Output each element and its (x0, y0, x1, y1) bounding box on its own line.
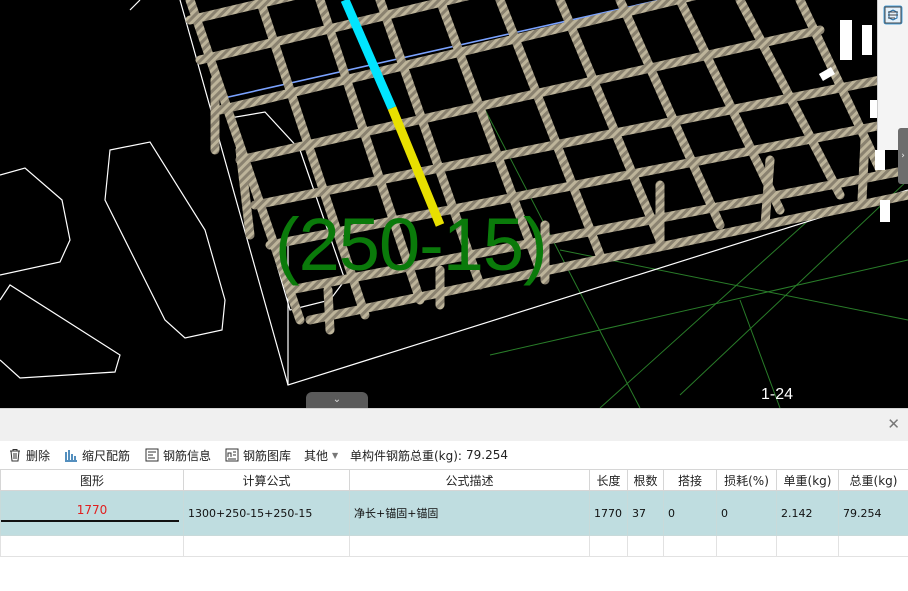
3d-viewport[interactable]: (250-15) 1-24 › ⌄ (0, 0, 908, 408)
rebar-grid: 图形 计算公式 公式描述 长度 根数 搭接 损耗(%) 单重(kg) 总重(kg… (0, 469, 908, 557)
table-row[interactable]: 1770 1300+250-15+250-15 净长+锚固+锚固 1770 37… (0, 490, 908, 536)
rebar-shape-line (1, 520, 179, 522)
column-header[interactable]: 损耗(%) (716, 469, 777, 491)
empty-cell[interactable] (627, 535, 664, 557)
table-row[interactable] (0, 535, 908, 557)
dimension-label: (250-15) (275, 203, 548, 286)
other-label: 其他 (304, 448, 329, 463)
empty-cell[interactable] (183, 535, 350, 557)
lap-cell[interactable]: 0 (663, 490, 717, 536)
total-weight: 单构件钢筋总重(kg): 79.254 (350, 447, 508, 463)
shape-cell[interactable]: 1770 (0, 490, 184, 536)
column-header[interactable]: 单重(kg) (776, 469, 839, 491)
info-table-icon (145, 448, 159, 462)
panel-header: ✕ (0, 408, 908, 441)
library-icon (225, 448, 239, 462)
shape-length: 1770 (76, 503, 108, 517)
loss-cell[interactable]: 0 (716, 490, 777, 536)
column-header[interactable]: 计算公式 (183, 469, 350, 491)
other-dropdown[interactable]: 其他 ▼ (304, 447, 338, 463)
total-weight-cell[interactable]: 79.254 (838, 490, 908, 536)
empty-cell[interactable] (716, 535, 777, 557)
column-header[interactable]: 公式描述 (349, 469, 590, 491)
scale-rebar-label: 缩尺配筋 (82, 448, 131, 463)
side-panel-toggle[interactable]: › (898, 128, 908, 184)
column-header[interactable]: 总重(kg) (838, 469, 908, 491)
column-header[interactable]: 图形 (0, 469, 184, 491)
rebar-library-label: 钢筋图库 (243, 448, 292, 463)
total-weight-value: 79.254 (465, 448, 508, 462)
collapse-panel-handle[interactable]: ⌄ (306, 392, 368, 408)
total-weight-label: 单构件钢筋总重(kg): (350, 448, 462, 463)
description-cell[interactable]: 净长+锚固+锚固 (349, 490, 590, 536)
empty-cell[interactable] (0, 535, 184, 557)
close-icon[interactable]: ✕ (887, 417, 900, 432)
empty-cell[interactable] (776, 535, 839, 557)
trash-icon (10, 449, 20, 462)
empty-cell[interactable] (349, 535, 590, 557)
grid-header: 图形 计算公式 公式描述 长度 根数 搭接 损耗(%) 单重(kg) 总重(kg… (0, 469, 908, 491)
list-icon[interactable] (882, 4, 904, 26)
empty-cell[interactable] (589, 535, 628, 557)
delete-label: 删除 (26, 448, 51, 463)
rebar-info-label: 钢筋信息 (163, 448, 212, 463)
length-cell[interactable]: 1770 (589, 490, 628, 536)
rebar-info-button[interactable]: 钢筋信息 (145, 447, 211, 463)
empty-cell[interactable] (838, 535, 908, 557)
column-header[interactable]: 根数 (627, 469, 664, 491)
empty-cell[interactable] (663, 535, 717, 557)
scale-bars-icon (65, 450, 77, 462)
column-header[interactable]: 长度 (589, 469, 628, 491)
rebar-library-button[interactable]: 钢筋图库 (225, 447, 291, 463)
column-header[interactable]: 搭接 (663, 469, 717, 491)
delete-button[interactable]: 删除 (8, 447, 50, 463)
unit-weight-cell[interactable]: 2.142 (776, 490, 839, 536)
count-cell[interactable]: 37 (627, 490, 664, 536)
chevron-down-icon: ▼ (332, 450, 339, 460)
scale-rebar-button[interactable]: 缩尺配筋 (64, 447, 130, 463)
formula-cell[interactable]: 1300+250-15+250-15 (183, 490, 350, 536)
rebar-toolbar: 删除 缩尺配筋 钢筋信息 钢筋图库 其他 ▼ 单构件钢筋总重(kg): 79.2… (0, 441, 908, 469)
view-label: 1-24 (761, 386, 794, 403)
